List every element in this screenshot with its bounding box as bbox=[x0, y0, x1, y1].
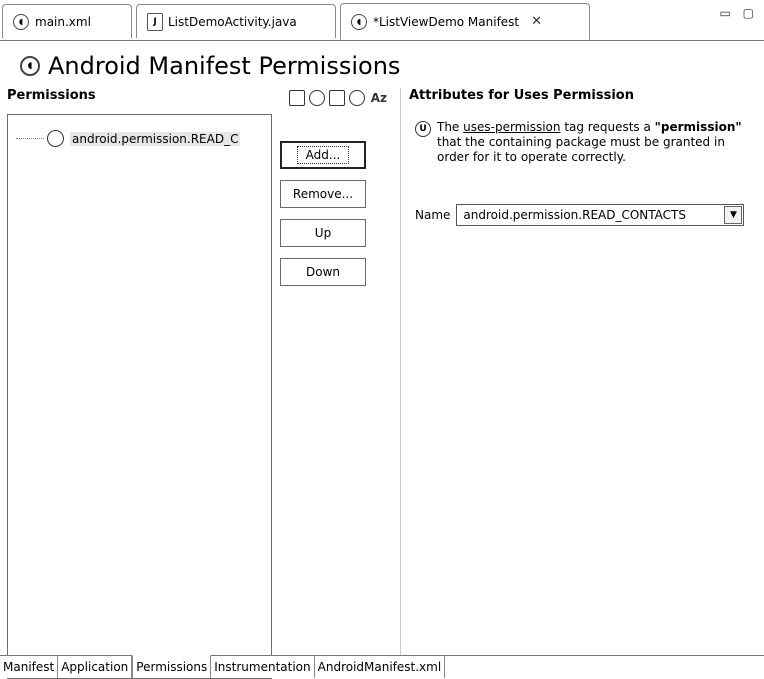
manifest-icon: ◖ bbox=[13, 13, 29, 30]
tab-instrumentation[interactable]: Instrumentation bbox=[211, 656, 315, 678]
up-button[interactable]: Up bbox=[280, 219, 366, 247]
remove-button-label: Remove... bbox=[292, 187, 354, 201]
close-icon[interactable]: ✕ bbox=[531, 14, 542, 29]
chevron-down-icon[interactable]: ▼ bbox=[724, 206, 743, 224]
page-tab-bar: Manifest Application Permissions Instrum… bbox=[0, 655, 764, 679]
permission-icon bbox=[47, 130, 64, 147]
uses-permission-icon: U bbox=[415, 121, 431, 137]
list-item-label: android.permission.READ_C bbox=[70, 131, 241, 146]
name-combo[interactable]: android.permission.READ_CONTACTS ▼ bbox=[456, 204, 745, 226]
page-title: ◖ Android Manifest Permissions bbox=[20, 52, 400, 80]
circle-toggle-icon[interactable] bbox=[348, 90, 365, 106]
manifest-icon: ◖ bbox=[351, 13, 367, 30]
name-value[interactable]: android.permission.READ_CONTACTS bbox=[457, 208, 724, 222]
tab-permissions[interactable]: Permissions bbox=[132, 655, 212, 678]
tab-label: *ListViewDemo Manifest bbox=[373, 14, 520, 29]
tab-manifest[interactable]: Manifest bbox=[0, 656, 59, 678]
minimize-maximize-icon[interactable]: ▭ ▢ bbox=[720, 6, 759, 20]
up-button-label: Up bbox=[314, 226, 332, 240]
add-button-label: Add... bbox=[296, 146, 350, 164]
uses-permission-link[interactable]: uses-permission bbox=[463, 120, 560, 134]
tab-main-xml[interactable]: ◖ main.xml bbox=[2, 4, 132, 38]
down-button-label: Down bbox=[305, 265, 340, 279]
name-row: Name android.permission.READ_CONTACTS ▼ bbox=[415, 204, 745, 226]
manifest-icon: ◖ bbox=[20, 56, 40, 76]
tab-label: ListDemoActivity.java bbox=[168, 14, 297, 29]
permissions-section: Permissions Az android.permission.READ_C… bbox=[7, 88, 387, 679]
editor-tab-bar: ◖ main.xml J ListDemoActivity.java ◖ *Li… bbox=[0, 0, 764, 41]
attributes-section: Attributes for Uses Permission U The use… bbox=[400, 88, 761, 668]
page-title-text: Android Manifest Permissions bbox=[48, 52, 401, 80]
permissions-toolbar: Az bbox=[288, 90, 387, 106]
permissions-tree[interactable]: android.permission.READ_C ◀ ▶ bbox=[7, 114, 272, 679]
tab-application[interactable]: Application bbox=[58, 656, 133, 678]
circle-toggle-icon[interactable] bbox=[308, 90, 325, 106]
attributes-header: Attributes for Uses Permission bbox=[409, 88, 634, 103]
square-toggle-icon[interactable] bbox=[328, 90, 345, 106]
down-button[interactable]: Down bbox=[280, 258, 366, 286]
add-button[interactable]: Add... bbox=[280, 141, 366, 169]
description-text: The uses-permission tag requests a "perm… bbox=[437, 120, 742, 164]
square-toggle-icon[interactable] bbox=[288, 90, 305, 106]
tab-listviewdemo-manifest[interactable]: ◖ *ListViewDemo Manifest ✕ bbox=[340, 3, 590, 40]
tab-label: main.xml bbox=[35, 14, 91, 29]
sort-alphabetical-icon[interactable]: Az bbox=[371, 91, 387, 105]
name-label: Name bbox=[415, 208, 451, 222]
list-item[interactable]: android.permission.READ_C bbox=[16, 130, 241, 147]
tree-connector bbox=[16, 138, 44, 139]
tab-listdemoactivity-java[interactable]: J ListDemoActivity.java bbox=[136, 4, 336, 38]
remove-button[interactable]: Remove... bbox=[280, 180, 366, 208]
java-file-icon: J bbox=[147, 12, 163, 31]
attributes-description: U The uses-permission tag requests a "pe… bbox=[415, 120, 745, 165]
tab-androidmanifest-xml[interactable]: AndroidManifest.xml bbox=[314, 656, 446, 678]
